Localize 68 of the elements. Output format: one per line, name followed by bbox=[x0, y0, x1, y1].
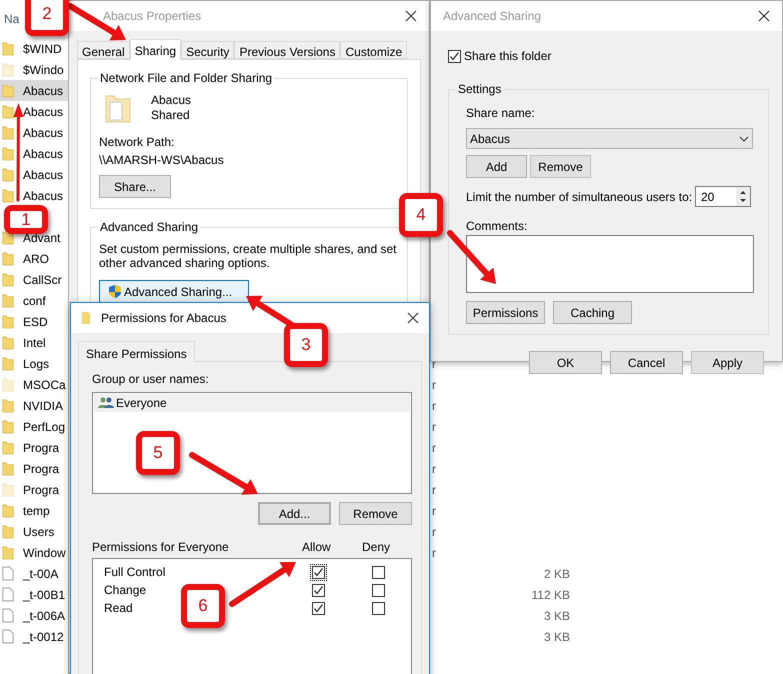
file-name: Abacus bbox=[23, 126, 64, 140]
file-name: PerfLog bbox=[23, 420, 66, 434]
allow-header: Allow bbox=[302, 540, 331, 554]
file-name: temp bbox=[23, 504, 50, 518]
user-limit-label: Limit the number of simultaneous users to: bbox=[466, 188, 692, 206]
network-path: \\AMARSH-WS\Abacus bbox=[99, 152, 225, 169]
step-callout: 6 bbox=[181, 584, 225, 628]
file-name: Abacus bbox=[23, 146, 64, 160]
file-column-text: r bbox=[432, 440, 436, 454]
step-callout: 3 bbox=[284, 323, 328, 367]
group-title: Network File and Folder Sharing bbox=[98, 70, 274, 86]
file-name: ESD bbox=[23, 314, 48, 328]
permission-name: Full Control bbox=[104, 565, 166, 579]
advanced-sharing-description: Set custom permissions, create multiple shares, and set other advanced sharing options. bbox=[99, 242, 398, 270]
file-name: conf bbox=[23, 294, 46, 308]
window-title: Abacus Properties bbox=[103, 8, 202, 25]
file-name: Intel bbox=[23, 336, 46, 350]
window-title: Advanced Sharing bbox=[443, 8, 542, 25]
file-name: Progra bbox=[23, 462, 60, 476]
permission-name: Change bbox=[104, 583, 146, 597]
file-name: MSOCa bbox=[23, 378, 66, 392]
file-name: Progra bbox=[23, 440, 60, 454]
permission-name: Read bbox=[104, 601, 133, 615]
file-column-text: r bbox=[432, 398, 436, 412]
file-column-text: r bbox=[432, 420, 436, 434]
file-column-text: r bbox=[432, 378, 436, 392]
share-status: Shared bbox=[151, 108, 191, 123]
group-names-label: Group or user names: bbox=[92, 371, 210, 388]
network-path-label: Network Path: bbox=[99, 134, 176, 151]
file-name: $WIND bbox=[23, 42, 62, 56]
file-name: _t-00A bbox=[23, 566, 58, 580]
group-title: Advanced Sharing bbox=[98, 219, 200, 235]
file-name: _t-00B1 bbox=[23, 588, 66, 602]
file-name: ARO bbox=[23, 252, 50, 266]
file-name: Logs bbox=[23, 356, 50, 370]
file-name: Progra bbox=[23, 482, 60, 496]
deny-header: Deny bbox=[362, 539, 390, 556]
file-name: Abacus bbox=[23, 104, 64, 118]
file-name: _t-006A bbox=[23, 608, 66, 622]
file-name: Abacus bbox=[23, 188, 64, 202]
file-name: $Windo bbox=[23, 62, 64, 76]
file-size: 112 KB bbox=[532, 588, 570, 602]
file-column-text: r bbox=[432, 504, 436, 518]
file-name: Abacus bbox=[23, 84, 64, 98]
file-name: Users bbox=[23, 524, 54, 538]
file-size: 3 KB bbox=[544, 608, 570, 622]
group-title: Settings bbox=[456, 81, 504, 97]
step-callout: 5 bbox=[136, 431, 180, 475]
file-name: _t-0012 bbox=[23, 630, 64, 644]
file-column-text: r bbox=[432, 546, 436, 560]
file-column-text: r bbox=[432, 462, 436, 476]
window-title: Permissions for Abacus bbox=[101, 310, 226, 327]
file-size: 3 KB bbox=[544, 630, 570, 644]
folder-name: Abacus bbox=[151, 93, 192, 108]
file-column-text: r bbox=[432, 524, 436, 538]
checkbox-label: Share this folder bbox=[464, 48, 552, 65]
comments-label: Comments: bbox=[466, 218, 528, 235]
file-name: Abacus bbox=[23, 168, 64, 182]
file-name: Window bbox=[23, 546, 66, 560]
file-size: 2 KB bbox=[544, 566, 570, 580]
file-name: NVIDIA bbox=[23, 398, 64, 412]
permissions-label: Permissions for Everyone bbox=[92, 539, 230, 556]
file-column-text: r bbox=[432, 482, 436, 496]
step-callout: 4 bbox=[399, 193, 443, 237]
file-name: CallScr bbox=[23, 272, 62, 286]
share-name-label: Share name: bbox=[466, 105, 536, 122]
step-callout: 1 bbox=[4, 205, 48, 234]
step-callout: 2 bbox=[25, 0, 69, 36]
